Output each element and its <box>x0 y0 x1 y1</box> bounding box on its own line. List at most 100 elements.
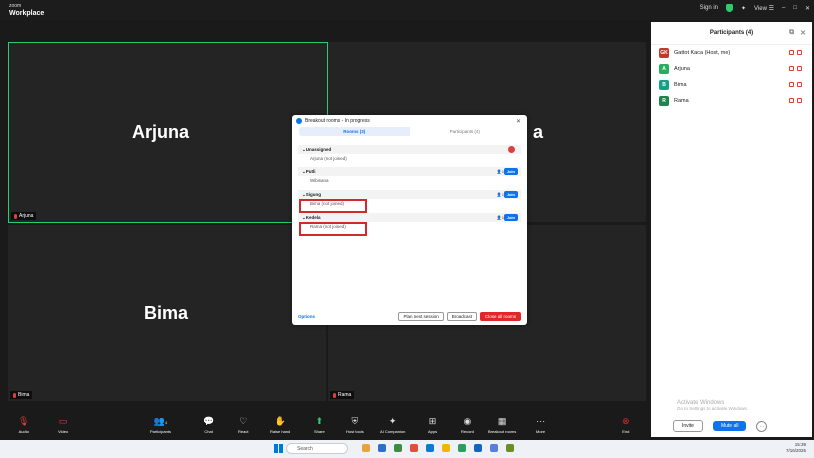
share-button[interactable]: ⬆ Share <box>314 416 325 434</box>
taskbar-clock[interactable]: 15:39 7/16/2025 <box>786 442 806 454</box>
tab-participants[interactable]: Participants (4) <box>410 127 521 136</box>
mic-muted-icon <box>789 50 794 55</box>
member-count: 👤1 <box>496 215 504 220</box>
app-icon[interactable] <box>378 444 386 452</box>
dialog-close-icon[interactable]: ✕ <box>516 118 521 125</box>
brand-top: zoom <box>9 3 22 9</box>
app-icon[interactable] <box>362 444 370 452</box>
chat-button[interactable]: 💬 Chat <box>203 416 214 434</box>
record-button[interactable]: ◉ Record <box>461 416 474 434</box>
video-tile-bima[interactable]: Bima Bima <box>8 225 326 401</box>
app-icon[interactable] <box>442 444 450 452</box>
more-options-icon[interactable]: ... <box>756 420 768 432</box>
taskbar-search[interactable]: Search <box>286 443 348 454</box>
plan-next-session-button[interactable]: Plan next session <box>398 311 444 321</box>
highlight-box <box>299 199 367 213</box>
sign-in-link[interactable]: Sign in <box>700 5 718 11</box>
participant-row[interactable]: B Bima <box>651 77 812 93</box>
more-button[interactable]: ⋯ More <box>536 416 545 434</box>
panel-title: Participants (4) <box>709 30 754 36</box>
room-member: Arjuna (not joined) <box>310 156 347 161</box>
security-shield-icon[interactable] <box>726 4 734 12</box>
room-member: Wibisana <box>310 178 329 183</box>
join-button[interactable]: Join <box>503 191 518 198</box>
heart-icon: ♡ <box>239 416 248 426</box>
tab-rooms[interactable]: Rooms (3) <box>299 127 410 136</box>
mic-muted-icon <box>789 66 794 71</box>
panel-close-icon[interactable]: ✕ <box>800 29 806 37</box>
app-icon[interactable] <box>410 444 418 452</box>
video-off-icon: ▭ <box>58 416 68 426</box>
invite-button[interactable]: Invite <box>673 420 703 432</box>
participants-button[interactable]: 👥4 Participants <box>150 416 171 434</box>
maximize-icon[interactable]: □ <box>793 5 797 11</box>
tile-name: Bima <box>144 303 189 323</box>
breakout-rooms-dialog: Breakout rooms - In progress ✕ Rooms (3)… <box>292 115 527 325</box>
app-icon[interactable] <box>490 444 498 452</box>
mic-muted-icon <box>13 392 16 398</box>
room-unassigned: ⌄ Unassigned Arjuna (not joined) <box>298 145 521 163</box>
video-off-icon <box>797 66 802 71</box>
zoom-icon <box>296 118 302 124</box>
avatar: B <box>659 80 669 90</box>
host-tools-button[interactable]: ⛨ Host tools <box>346 416 364 434</box>
mic-muted-icon <box>789 98 794 103</box>
brand-bottom: Workplace <box>9 10 45 17</box>
broadcast-button[interactable]: Broadcast <box>446 311 477 321</box>
share-icon: ⬆ <box>315 416 324 426</box>
avatar: R <box>659 96 669 106</box>
tile-name: Arjuna <box>132 122 190 142</box>
participant-row[interactable]: GK Gattot Kaca (Host, me) <box>651 45 812 61</box>
end-button[interactable]: ⊗ End <box>622 416 630 434</box>
windows-taskbar: Search 15:39 7/16/2025 <box>0 440 814 458</box>
mic-muted-icon <box>789 82 794 87</box>
raise-hand-button[interactable]: ✋ Raise hand <box>270 416 290 434</box>
video-tile-arjuna[interactable]: Arjuna Arjuna <box>8 42 328 223</box>
member-count: 👤1 <box>496 192 504 197</box>
member-count: 👤1 <box>496 169 504 174</box>
app-icon[interactable] <box>394 444 402 452</box>
breakout-rooms-icon: ▦ <box>497 416 507 426</box>
zoom-logo: zoom Workplace <box>9 3 44 17</box>
sparkle-icon[interactable]: ✦ <box>741 5 746 12</box>
popout-icon[interactable]: ⧉ <box>789 29 794 37</box>
participant-row[interactable]: R Rama <box>651 93 812 109</box>
shield-icon: ⛨ <box>351 416 359 426</box>
tile-label: Arjuna <box>11 212 37 220</box>
options-link[interactable]: Options <box>298 314 315 319</box>
avatar: A <box>659 64 669 74</box>
mic-muted-icon <box>14 213 17 219</box>
sparkle-icon: ✦ <box>388 416 397 426</box>
record-icon: ◉ <box>463 416 472 426</box>
avatar: GK <box>659 48 669 58</box>
apps-icon: ⊞ <box>428 416 437 426</box>
minimize-icon[interactable]: – <box>782 5 785 11</box>
activate-windows-watermark: Activate Windows Go to Settings to activ… <box>677 400 749 411</box>
join-button[interactable]: Join <box>503 168 518 175</box>
breakout-rooms-button[interactable]: ▦ Breakout rooms <box>488 416 516 434</box>
app-icon[interactable] <box>506 444 514 452</box>
close-all-rooms-button[interactable]: Close all rooms <box>479 311 521 321</box>
tile-label: Bima <box>10 391 33 399</box>
dialog-tabs: Rooms (3) Participants (4) <box>299 127 520 136</box>
app-icon[interactable] <box>426 444 434 452</box>
room-putli: ⌄ Putli 👤1 Join Wibisana <box>298 167 521 185</box>
join-button[interactable]: Join <box>503 214 518 221</box>
view-button[interactable]: View ☰ <box>754 5 774 12</box>
ai-companion-button[interactable]: ✦ AI Companion <box>380 416 405 434</box>
close-icon[interactable]: ✕ <box>805 5 810 12</box>
audio-button[interactable]: 🎙 Audio <box>18 416 29 434</box>
windows-start-icon[interactable] <box>274 444 283 453</box>
app-icon[interactable] <box>474 444 482 452</box>
video-button[interactable]: ▭ Video <box>58 416 68 434</box>
participant-row[interactable]: A Arjuna <box>651 61 812 77</box>
mic-muted-icon <box>333 392 336 398</box>
app-icon[interactable] <box>458 444 466 452</box>
alert-badge <box>508 146 515 153</box>
title-bar: zoom Workplace Sign in ✦ View ☰ – □ ✕ <box>0 0 814 20</box>
react-button[interactable]: ♡ React <box>238 416 248 434</box>
hand-icon: ✋ <box>274 416 286 426</box>
mute-all-button[interactable]: Mute all <box>712 421 747 431</box>
people-icon: 👥4 <box>153 416 168 426</box>
apps-button[interactable]: ⊞ Apps <box>428 416 437 434</box>
